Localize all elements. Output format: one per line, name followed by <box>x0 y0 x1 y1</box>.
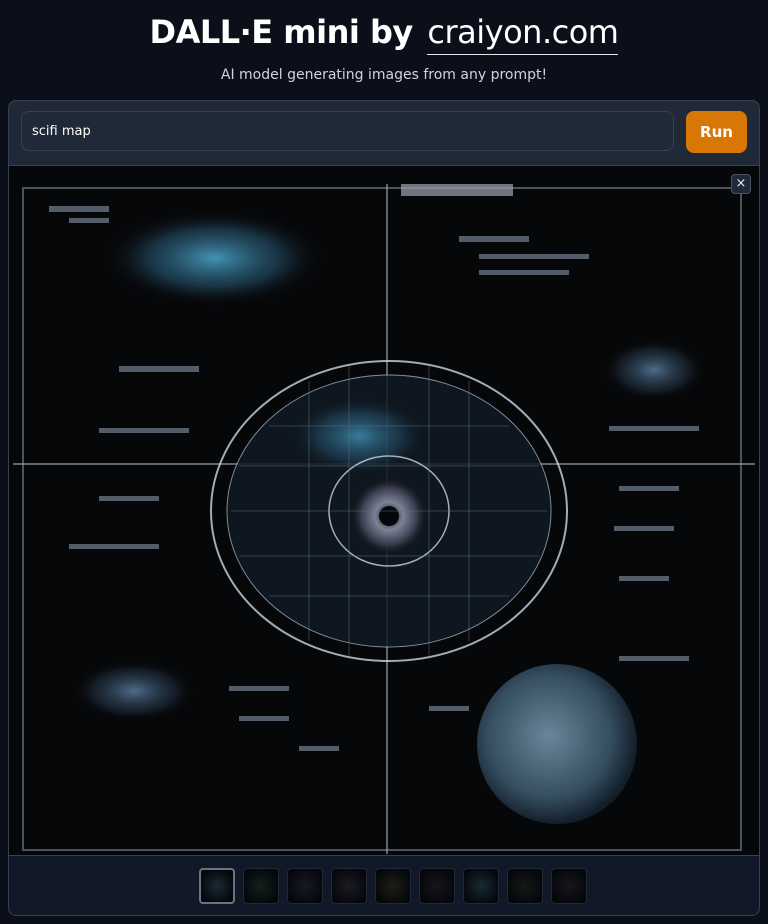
site-link[interactable]: craiyon.com <box>427 12 619 55</box>
thumbnail[interactable] <box>287 868 323 904</box>
run-button[interactable]: Run <box>686 111 747 153</box>
thumbnail[interactable] <box>243 868 279 904</box>
generated-image[interactable] <box>9 166 759 856</box>
close-icon[interactable]: × <box>731 174 751 194</box>
thumbnail[interactable] <box>463 868 499 904</box>
prompt-input[interactable] <box>21 111 674 151</box>
generator-panel: Run <box>8 100 760 916</box>
app-title: DALL·E mini by craiyon.com <box>0 12 768 55</box>
thumbnail[interactable] <box>551 868 587 904</box>
prompt-row: Run <box>21 111 747 155</box>
thumbnail[interactable] <box>419 868 455 904</box>
thumbnail[interactable] <box>331 868 367 904</box>
thumbnail-strip <box>9 855 759 915</box>
image-gallery: × <box>9 165 759 856</box>
thumbnail[interactable] <box>375 868 411 904</box>
thumbnail-list <box>199 868 587 904</box>
thumbnail[interactable] <box>199 868 235 904</box>
page-header: DALL·E mini by craiyon.com AI model gene… <box>0 0 768 83</box>
thumbnail[interactable] <box>507 868 543 904</box>
app-title-text: DALL·E mini by <box>149 13 414 51</box>
app-subtitle: AI model generating images from any prom… <box>220 67 548 83</box>
